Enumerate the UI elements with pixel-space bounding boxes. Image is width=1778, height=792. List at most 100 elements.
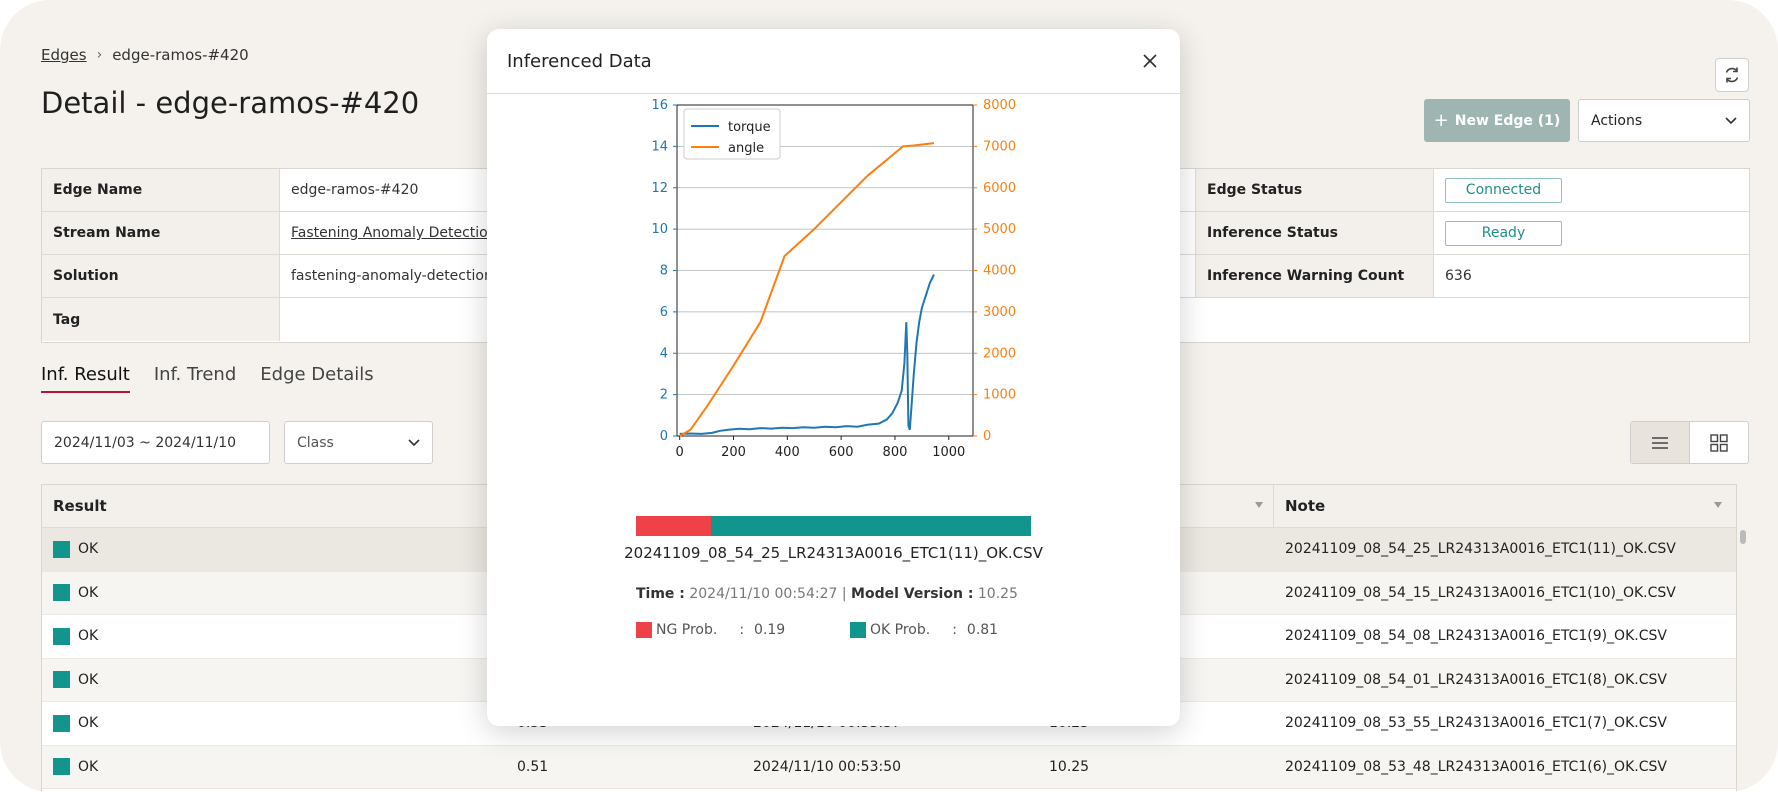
legend-label-angle: angle [728,141,764,156]
ng-prob-value: 0.19 [754,622,786,638]
plus-icon: + [1433,110,1449,131]
y-left-tick-label: 10 [651,222,668,237]
tab-inf-result[interactable]: Inf. Result [41,364,130,393]
breadcrumb-edges-link[interactable]: Edges [41,46,87,64]
chevron-down-icon [408,438,420,446]
note-cell: 20241109_08_54_08_LR24313A0016_ETC1(9)_O… [1285,628,1667,645]
time-cell: 2024/11/10 00:53:50 [753,758,902,775]
view-toggle [1630,421,1749,464]
time-value: 2024/11/10 00:54:27 [689,586,838,602]
y-left-tick-label: 2 [660,388,668,403]
series-line-torque [679,274,935,435]
ng-swatch [636,622,652,638]
y-left-tick-label: 6 [660,305,668,320]
ok-prob-label: OK Prob. [870,622,931,638]
tag-value [280,298,291,341]
series-line-angle [679,142,935,437]
note-cell: 20241109_08_54_25_LR24313A0016_ETC1(11)_… [1285,541,1676,558]
column-header-note[interactable]: Note [1274,485,1736,527]
y-right-tick-label: 7000 [983,139,1016,154]
list-view-button[interactable] [1631,422,1690,463]
tab-edge-details[interactable]: Edge Details [260,364,373,393]
date-range-picker[interactable]: 2024/11/03 ~ 2024/11/10 [41,421,270,464]
class-filter-dropdown[interactable]: Class [284,421,433,464]
detail-tabs: Inf. Result Inf. Trend Edge Details [41,364,374,393]
inference-status-cell: Ready [1434,212,1562,254]
sort-caret-icon [1255,502,1263,508]
x-tick-label: 800 [883,445,908,460]
y-left-tick-label: 12 [651,181,668,196]
result-cell: OK [42,615,506,658]
score-cell: 0.51 [517,758,549,775]
modal-title: Inferenced Data [507,51,652,72]
x-tick-label: 200 [721,445,746,460]
breadcrumb-current: edge-ramos-#420 [112,46,249,64]
result-cell: OK [42,572,506,615]
refresh-button[interactable] [1715,58,1749,92]
ok-status-icon [53,584,70,602]
y-right-tick-label: 8000 [983,98,1016,113]
actions-label: Actions [1591,112,1643,129]
result-text: OK [78,758,99,775]
new-edge-label: New Edge (1) [1454,112,1561,129]
chevron-down-icon [1725,116,1737,124]
ok-status-icon [53,714,70,732]
breadcrumb: Edges › edge-ramos-#420 [41,46,249,64]
new-edge-button[interactable]: + New Edge (1) [1424,99,1570,142]
ng-probability-bar [636,516,712,536]
y-right-tick-label: 4000 [983,264,1016,279]
edge-status-label: Edge Status [1195,169,1434,211]
result-text: OK [78,671,99,688]
note-cell: 20241109_08_53_48_LR24313A0016_ETC1(6)_O… [1285,758,1667,775]
result-text: OK [78,628,99,645]
result-text: OK [78,541,99,558]
warning-count-label: Inference Warning Count [1195,255,1434,297]
x-tick-label: 0 [676,445,684,460]
page-title: Detail - edge-ramos-#420 [41,86,420,120]
ng-prob-label: NG Prob. [656,622,718,638]
refresh-icon [1725,67,1739,83]
ok-probability-bar [711,516,1031,536]
note-header-label: Note [1285,497,1326,515]
result-cell: OK [42,746,506,789]
warning-count-value: 636 [1445,268,1472,284]
modal-close-button[interactable] [1138,49,1162,73]
model-version-value: 10.25 [977,586,1018,602]
ng-probability: NG Prob. : 0.19 [636,622,785,638]
y-right-tick-label: 2000 [983,346,1016,361]
y-right-tick-label: 6000 [983,181,1016,196]
grid-view-icon [1710,433,1728,452]
inferenced-data-modal: Inferenced Data 0 2 4 6 8 10 12 14 16 0 1000 2000 30… [487,29,1180,726]
table-row[interactable]: OK 0.51 2024/11/10 00:53:50 10.25 202411… [42,745,1736,789]
result-cell: OK [42,659,506,702]
tag-label: Tag [42,298,280,341]
y-left-tick-label: 8 [660,264,668,279]
tab-inf-trend[interactable]: Inf. Trend [154,364,236,393]
meta-separator: | [841,586,847,602]
model-version-label: Model Version : [851,586,974,602]
probability-bar [636,516,1031,536]
x-tick-label: 400 [775,445,800,460]
inference-meta: Time : 2024/11/10 00:54:27 | Model Versi… [636,586,1018,602]
note-cell: 20241109_08_54_15_LR24313A0016_ETC1(10)_… [1285,584,1676,601]
app-window: Edges › edge-ramos-#420 Detail - edge-ra… [0,0,1778,792]
stream-name-label: Stream Name [42,212,280,254]
result-cell: OK [42,702,506,745]
edge-name-label: Edge Name [42,169,280,211]
grid-view-button[interactable] [1690,422,1749,463]
edge-status-badge: Connected [1445,177,1562,203]
column-header-result[interactable]: Result [42,485,506,527]
legend-label-torque: torque [728,120,771,135]
result-cell: OK [42,528,506,571]
time-label: Time : [636,586,685,602]
ok-status-icon [53,758,70,776]
ok-status-icon [53,540,70,558]
note-cell: 20241109_08_53_55_LR24313A0016_ETC1(7)_O… [1285,715,1667,732]
y-left-tick-label: 14 [651,139,668,154]
y-left-tick-label: 4 [660,346,668,361]
actions-dropdown[interactable]: Actions [1578,99,1750,142]
note-cell: 20241109_08_54_01_LR24313A0016_ETC1(8)_O… [1285,671,1667,688]
inferenced-filename: 20241109_08_54_25_LR24313A0016_ETC1(11)_… [624,544,1043,562]
ok-status-icon [53,627,70,645]
table-scrollbar[interactable] [1740,530,1746,544]
